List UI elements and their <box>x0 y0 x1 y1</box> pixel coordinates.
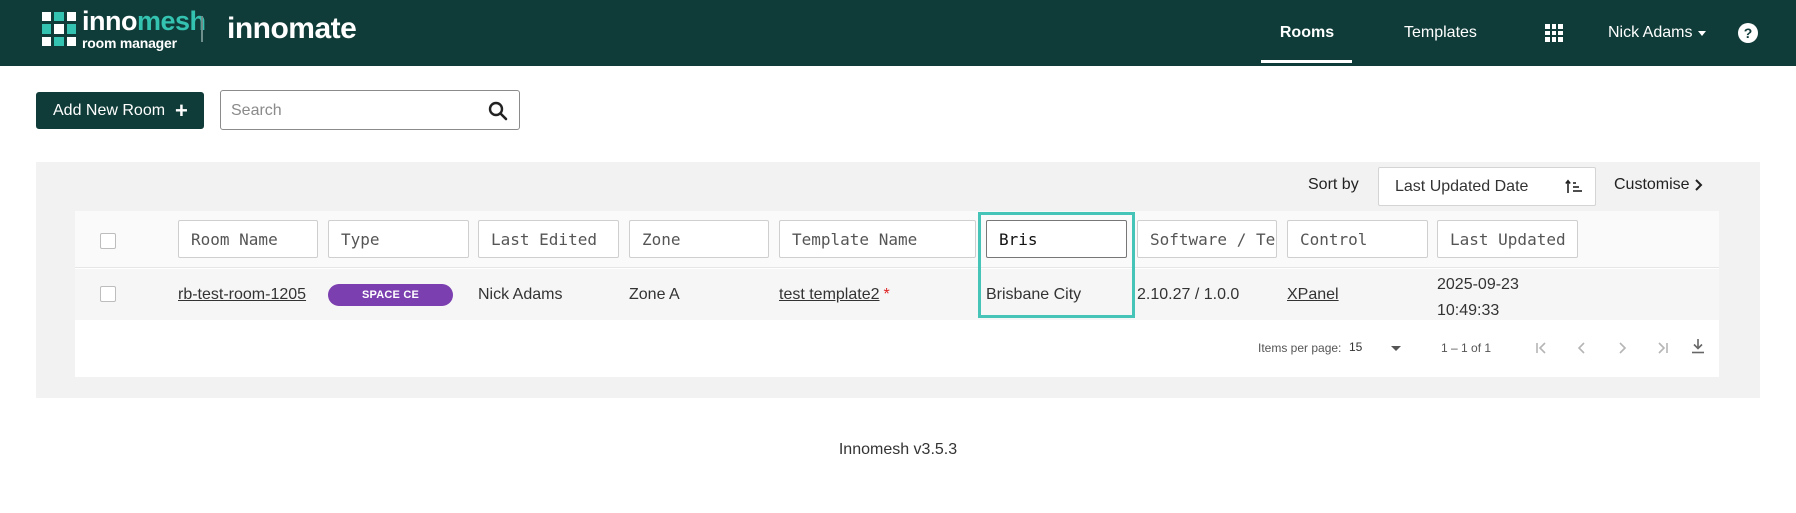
previous-page-icon[interactable] <box>1574 340 1590 356</box>
next-page-icon[interactable] <box>1614 340 1630 356</box>
room-type-badge: SPACE CE <box>328 284 453 306</box>
innomesh-logo[interactable]: innomesh room manager <box>42 6 206 51</box>
filter-last-updated[interactable] <box>1437 220 1578 258</box>
zone-value: Zone A <box>629 286 680 303</box>
chevron-right-icon <box>1694 179 1702 191</box>
template-name-link[interactable]: test template2 * <box>779 286 890 304</box>
filter-control[interactable] <box>1287 220 1428 258</box>
select-all-checkbox[interactable] <box>100 233 116 249</box>
sort-select[interactable]: Last Updated Date <box>1378 167 1596 206</box>
innomesh-logo-icon <box>42 12 76 46</box>
control-link[interactable]: XPanel <box>1287 286 1339 304</box>
nav-tab-templates[interactable]: Templates <box>1404 0 1477 66</box>
filter-room-name[interactable] <box>178 220 318 258</box>
location-column-highlight <box>978 212 1135 318</box>
last-edited-value: Nick Adams <box>478 286 563 303</box>
app-version: Innomesh v3.5.3 <box>838 441 958 458</box>
user-menu[interactable]: Nick Adams <box>1608 0 1707 66</box>
help-icon: ? <box>1738 23 1758 43</box>
filter-software-template[interactable] <box>1137 220 1277 258</box>
row-select-checkbox[interactable] <box>100 286 116 302</box>
filter-type[interactable] <box>328 220 469 258</box>
add-new-room-label: Add New Room <box>53 101 166 119</box>
search-icon[interactable] <box>488 101 508 121</box>
first-page-icon[interactable] <box>1534 340 1550 356</box>
filter-zone[interactable] <box>629 220 769 258</box>
page-range-label: 1 – 1 of 1 <box>1441 341 1492 355</box>
header-divider <box>201 16 203 42</box>
last-updated-value: 2025-09-23 10:49:33 <box>1437 272 1519 324</box>
items-per-page-label: Items per page: <box>1258 341 1342 355</box>
filter-template-name[interactable] <box>779 220 976 258</box>
last-updated-time: 10:49:33 <box>1437 302 1500 319</box>
customise-button[interactable]: Customise <box>1614 176 1703 194</box>
caret-down-icon[interactable] <box>1391 346 1401 351</box>
active-tab-indicator <box>1261 60 1352 63</box>
logo-tagline: room manager <box>82 35 177 51</box>
help-button[interactable]: ? <box>1738 0 1758 66</box>
plus-icon: + <box>175 97 188 123</box>
customise-label: Customise <box>1614 176 1690 193</box>
search-input[interactable] <box>231 100 471 122</box>
last-page-icon[interactable] <box>1654 340 1670 356</box>
apps-grid-button[interactable] <box>1540 0 1568 66</box>
search-box <box>220 90 520 130</box>
sort-selected-value: Last Updated Date <box>1395 177 1529 195</box>
sort-ascending-icon[interactable] <box>1565 178 1583 196</box>
download-icon[interactable] <box>1690 337 1706 355</box>
apps-grid-icon <box>1545 24 1563 42</box>
nav-tab-rooms[interactable]: Rooms <box>1262 0 1352 66</box>
filter-last-edited[interactable] <box>478 220 619 258</box>
logo-wordmark: innomesh <box>82 6 206 36</box>
room-name-link[interactable]: rb-test-room-1205 <box>178 286 306 304</box>
software-template-value: 2.10.27 / 1.0.0 <box>1137 286 1240 303</box>
last-updated-date: 2025-09-23 <box>1437 276 1519 293</box>
sort-by-label: Sort by <box>1308 176 1359 193</box>
template-modified-flag: * <box>883 286 890 303</box>
product-name: innomate <box>227 12 357 45</box>
caret-down-icon <box>1698 30 1707 36</box>
add-new-room-button[interactable]: Add New Room + <box>36 92 204 129</box>
items-per-page-select[interactable]: 15 <box>1349 340 1362 354</box>
user-name: Nick Adams <box>1608 24 1693 41</box>
